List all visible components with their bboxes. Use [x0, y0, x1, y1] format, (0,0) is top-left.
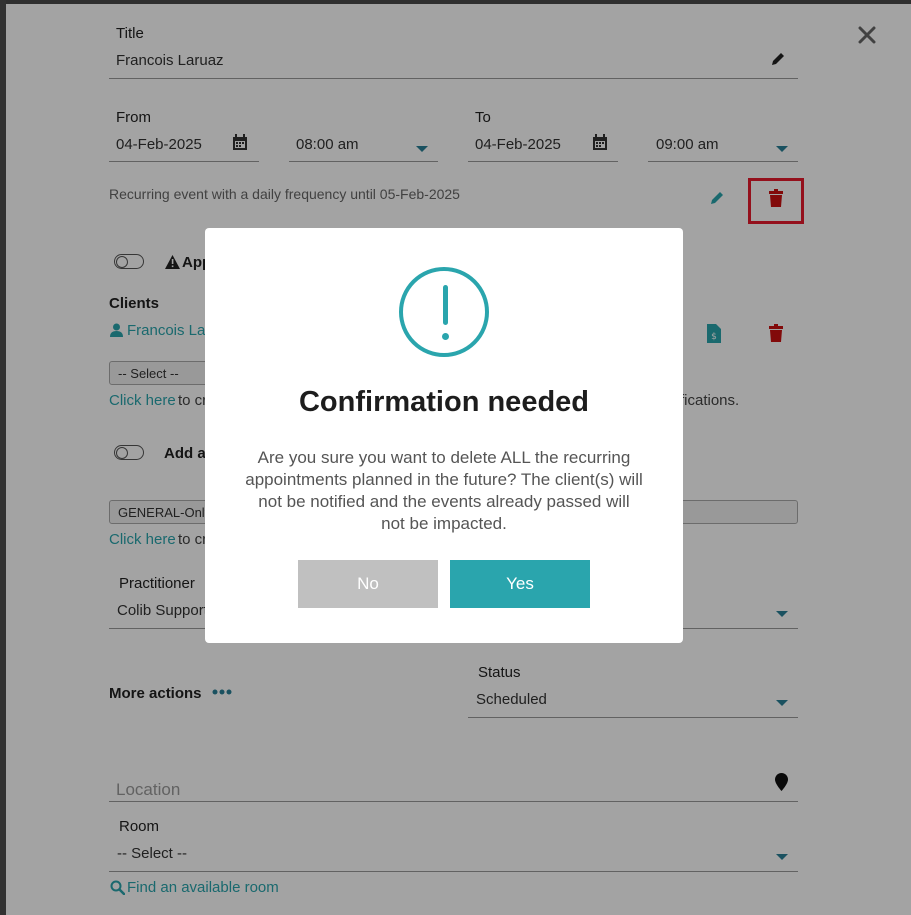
no-button[interactable]: No: [298, 560, 438, 608]
yes-button[interactable]: Yes: [450, 560, 590, 608]
exclamation-circle-icon: [399, 267, 489, 357]
dialog-title: Confirmation needed: [298, 386, 589, 418]
confirmation-dialog: Confirmation needed Are you sure you wan…: [205, 228, 683, 643]
dialog-message: Are you sure you want to delete ALL the …: [245, 448, 643, 533]
